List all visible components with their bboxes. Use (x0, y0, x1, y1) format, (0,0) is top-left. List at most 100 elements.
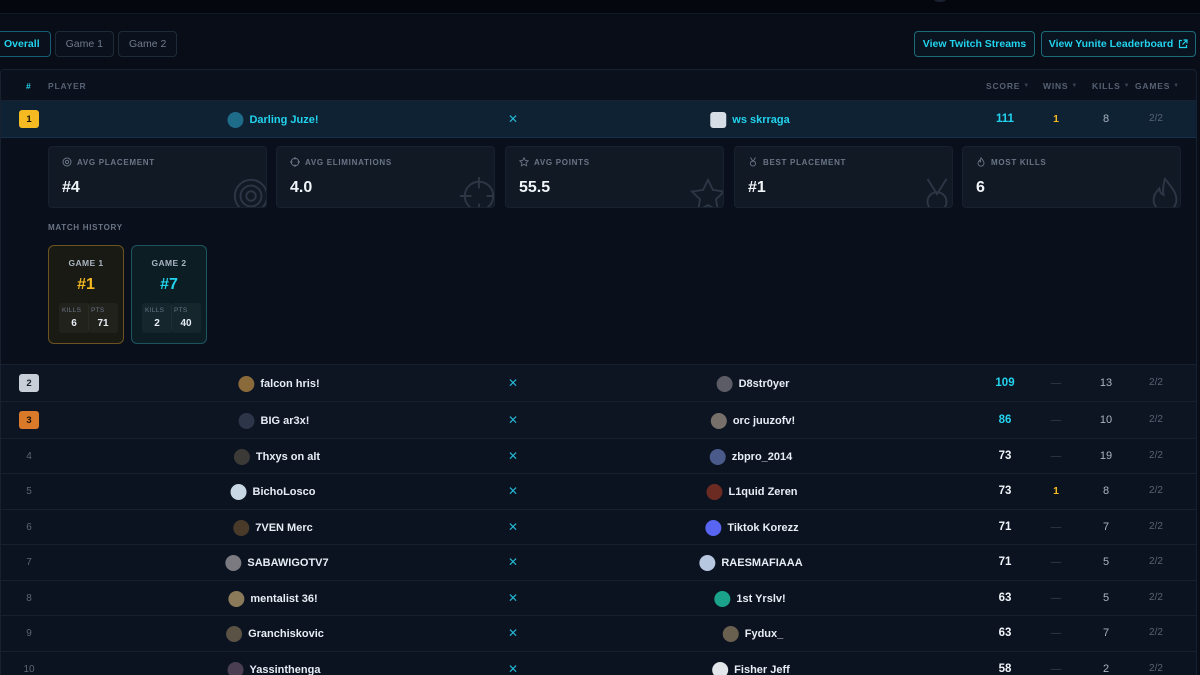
discord-icon (705, 520, 722, 536)
sort-caret-icon: ▼ (1123, 83, 1131, 89)
game-tabs: Overall Game 1 Game 2 (0, 31, 178, 57)
avatar (233, 520, 250, 536)
table-row[interactable]: 9 Granchiskovic ✕ Fydux_ 63 — 7 2/2 (1, 616, 1196, 652)
avatar (709, 449, 726, 465)
star-icon (689, 177, 723, 207)
games-value: 2/2 (1149, 592, 1163, 603)
col-wins-header[interactable]: WINS ▼ (1043, 81, 1078, 91)
stat-label: AVG PLACEMENT (62, 157, 155, 167)
kills-value: 6 (71, 318, 77, 329)
match-history-label: MATCH HISTORY (48, 223, 123, 232)
player-2-name[interactable]: Fisher Jeff (712, 662, 790, 675)
player-1-name[interactable]: Darling Juze! (227, 112, 319, 128)
tab-game-2[interactable]: Game 2 (117, 31, 178, 57)
stat-label-text: AVG ELIMINATIONS (305, 157, 392, 167)
player-name: orc juuzofv! (732, 415, 796, 427)
player-1-name[interactable]: BichoLosco (230, 484, 315, 500)
player-2-name[interactable]: L1quid Zeren (706, 484, 798, 500)
games-value: 2/2 (1149, 627, 1163, 638)
player-name: Fisher Jeff (734, 664, 790, 675)
wins-value: — (1050, 627, 1062, 639)
player-name: L1quid Zeren (728, 486, 798, 498)
table-row[interactable]: 8 mentalist 36! ✕ 1st Yrslv! 63 — 5 2/2 (1, 581, 1196, 616)
col-kills-header[interactable]: KILLS ▼ (1092, 81, 1130, 91)
player-2-name[interactable]: zbpro_2014 (709, 449, 792, 465)
player-2-name[interactable]: Fydux_ (722, 626, 783, 642)
view-twitch-streams-button[interactable]: View Twitch Streams (914, 31, 1035, 57)
stat-label-text: BEST PLACEMENT (763, 157, 847, 167)
tab-overall[interactable]: Overall (0, 31, 51, 57)
player-1-name[interactable]: 7VEN Merc (233, 520, 313, 536)
table-row[interactable]: 6 7VEN Merc ✕ Tiktok Korezz 71 — 7 2/2 (1, 510, 1196, 545)
player-name: ws skrraga (732, 114, 790, 126)
player-name: Yassinthenga (249, 664, 321, 675)
duo-separator-icon: ✕ (508, 413, 519, 427)
avatar (712, 662, 729, 675)
kills-label: KILLS (62, 307, 82, 314)
flame-icon (977, 157, 985, 167)
target-icon (62, 157, 72, 167)
medal-icon (926, 178, 948, 207)
wins-value: — (1050, 377, 1062, 389)
player-2-name[interactable]: orc juuzofv! (710, 413, 796, 429)
table-row[interactable]: 10 Yassinthenga ✕ Fisher Jeff 58 — 2 2/2 (1, 652, 1196, 675)
stat-label-text: AVG PLACEMENT (77, 157, 155, 167)
table-row[interactable]: 4 Thxys on alt ✕ zbpro_2014 73 — 19 2/2 (1, 439, 1196, 474)
stat-value: #4 (62, 179, 80, 196)
player-1-name[interactable]: SABAWIGOTV7 (225, 555, 329, 571)
player-2-name[interactable]: ws skrraga (710, 112, 790, 128)
player-1-name[interactable]: falcon hris! (238, 376, 320, 392)
rank-number: 7 (26, 557, 32, 568)
table-row[interactable]: 7 SABAWIGOTV7 ✕ RAESMAFIAAA 71 — 5 2/2 (1, 545, 1196, 581)
match-kills-box: KILLS 6 (59, 303, 89, 333)
stat-label: AVG POINTS (519, 157, 590, 167)
col-player-header: PLAYER (48, 81, 87, 91)
points-value: 71 (97, 318, 109, 329)
games-value: 2/2 (1149, 663, 1163, 674)
col-rank-header[interactable]: # (26, 81, 32, 91)
col-games-header[interactable]: GAMES ▼ (1135, 81, 1180, 91)
rank-number: 9 (26, 628, 32, 639)
player-2-name[interactable]: 1st Yrslv! (714, 591, 786, 607)
player-1-name[interactable]: Granchiskovic (226, 626, 324, 642)
duo-separator-icon: ✕ (508, 662, 519, 675)
match-card-placement: #7 (160, 276, 178, 293)
stat-card-avg-placement: AVG PLACEMENT #4 (48, 146, 267, 208)
tab-game-1[interactable]: Game 1 (54, 31, 114, 57)
games-value: 2/2 (1149, 113, 1163, 124)
col-score-header[interactable]: SCORE ▼ (986, 81, 1030, 91)
player-1-name[interactable]: Yassinthenga (227, 662, 321, 675)
player-1-name[interactable]: mentalist 36! (228, 591, 318, 607)
view-yunite-leaderboard-button[interactable]: View Yunite Leaderboard (1041, 31, 1196, 57)
player-1-name[interactable]: Thxys on alt (233, 449, 320, 465)
avatar (238, 376, 255, 392)
player-2-name[interactable]: Tiktok Korezz (705, 520, 799, 536)
table-row[interactable]: 1 Darling Juze! ✕ ws skrraga 111 1 8 2/2 (1, 101, 1196, 138)
player-name: SABAWIGOTV7 (247, 557, 329, 569)
duo-separator-icon: ✕ (508, 591, 519, 605)
games-value: 2/2 (1149, 450, 1163, 461)
rank-badge-silver: 2 (19, 374, 39, 392)
match-card-game-2[interactable]: GAME 2 #7 KILLS 2 PTS 40 (131, 245, 207, 344)
avatar (722, 626, 739, 642)
profile-avatar[interactable] (932, 0, 948, 2)
match-card-game-1[interactable]: GAME 1 #1 KILLS 6 PTS 71 (48, 245, 124, 344)
stat-label: BEST PLACEMENT (748, 157, 846, 167)
avatar (710, 413, 727, 429)
duo-separator-icon: ✕ (508, 376, 519, 390)
stat-card-best-placement: BEST PLACEMENT #1 (734, 146, 953, 208)
sort-caret-icon: ▼ (1023, 83, 1030, 89)
player-1-name[interactable]: BIG ar3x! (238, 413, 310, 429)
player-details-panel: AVG PLACEMENT #4 AVG ELIMINATIONS 4.0 AV… (1, 138, 1196, 365)
player-2-name[interactable]: D8str0yer (716, 376, 789, 392)
star-icon (519, 157, 529, 167)
player-name: BIG ar3x! (260, 415, 310, 427)
player-name: mentalist 36! (250, 593, 318, 605)
player-2-name[interactable]: RAESMAFIAAA (699, 555, 803, 571)
table-row[interactable]: 5 BichoLosco ✕ L1quid Zeren 73 1 8 2/2 (1, 474, 1196, 510)
wins-value: 1 (1053, 485, 1059, 497)
table-row[interactable]: 2 falcon hris! ✕ D8str0yer 109 — 13 2/2 (1, 365, 1196, 402)
stat-label: MOST KILLS (976, 157, 1046, 167)
table-row[interactable]: 3 BIG ar3x! ✕ orc juuzofv! 86 — 10 2/2 (1, 402, 1196, 439)
score-value: 73 (998, 450, 1012, 462)
